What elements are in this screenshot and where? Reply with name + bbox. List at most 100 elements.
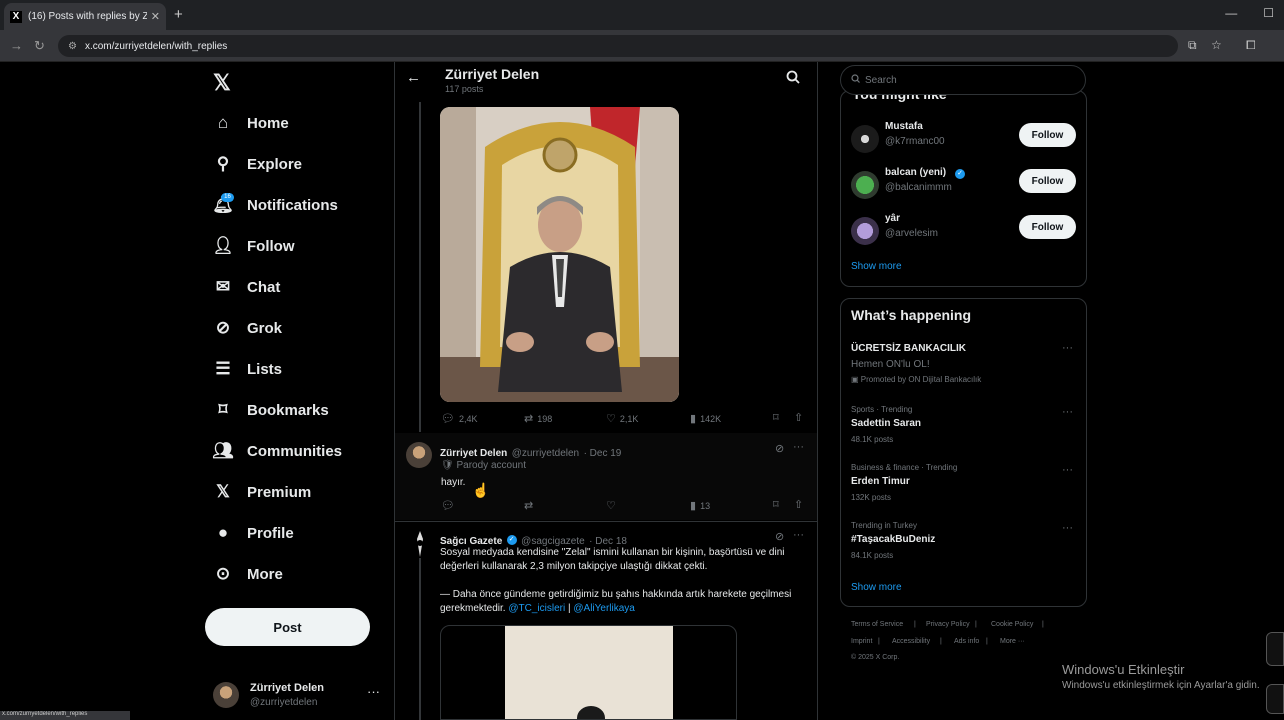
share-icon: ⇧	[794, 499, 804, 511]
footer-link[interactable]: Imprint	[851, 638, 872, 645]
new-tab-icon[interactable]: +	[174, 6, 183, 23]
nav-item-communities[interactable]: 👥︎ Communities	[212, 436, 343, 466]
follow-button[interactable]: Follow	[1019, 123, 1076, 147]
reload-icon[interactable]: ↻	[34, 38, 45, 54]
more-dots-icon[interactable]: ···	[793, 529, 804, 541]
heart-icon: ♡	[606, 500, 616, 512]
list-icon: ☰	[215, 359, 231, 378]
suggested-user-name[interactable]: Mustafa	[885, 121, 923, 132]
search-icon[interactable]	[786, 70, 800, 89]
avatar[interactable]	[851, 217, 879, 245]
mention-link[interactable]: @AliYerlikaya	[573, 603, 634, 614]
show-more-link[interactable]: Show more	[851, 261, 902, 272]
repost-button[interactable]: ⇄ 198	[524, 412, 552, 425]
show-more-link[interactable]: Show more	[851, 582, 902, 593]
nav-item-label: Notifications	[247, 196, 338, 214]
extensions-icon[interactable]: ⧠	[1246, 38, 1256, 53]
nav-item-chat[interactable]: ✉ Chat	[213, 272, 280, 302]
like-button[interactable]: ♡	[606, 499, 616, 512]
minimize-icon[interactable]: —	[1225, 6, 1237, 20]
bookmark-icon: ⌑	[773, 412, 779, 424]
follow-button[interactable]: Follow	[1019, 169, 1076, 193]
footer-link[interactable]: Accessibility	[892, 638, 930, 645]
search-input[interactable]: Search	[840, 65, 1086, 95]
maximize-icon[interactable]: ☐	[1263, 6, 1274, 20]
address-bar-row: → ↻ ⚙ x.com/zurriyetdelen/with_replies ⧉…	[0, 30, 1284, 62]
trend-context: Business & finance · Trending	[851, 463, 958, 472]
post-image[interactable]	[440, 625, 737, 720]
follow-button[interactable]: Follow	[1019, 215, 1076, 239]
x-logo-icon[interactable]: 𝕏	[213, 70, 231, 96]
avatar[interactable]	[851, 125, 879, 153]
mention-link[interactable]: @TC_icisleri	[508, 603, 565, 614]
post-date[interactable]: · Dec 19	[584, 448, 622, 459]
nav-item-explore[interactable]: ⚲ Explore	[213, 149, 302, 179]
grok-icon[interactable]: ⊘	[775, 530, 784, 543]
url-field[interactable]: ⚙ x.com/zurriyetdelen/with_replies	[58, 35, 1178, 57]
repost-button[interactable]: ⇄	[524, 499, 533, 512]
bookmark-post-button[interactable]: ⌑	[773, 498, 779, 511]
author-handle[interactable]: @zurriyetdelen	[512, 448, 579, 459]
footer-link[interactable]: Ads info	[954, 638, 979, 645]
nav-item-grok[interactable]: ⊘ Grok	[213, 313, 282, 343]
share-button[interactable]: ⇧	[794, 411, 803, 424]
back-arrow-icon[interactable]: ←	[406, 69, 421, 86]
footer-link[interactable]: Terms of Service	[851, 621, 903, 628]
cursor-icon: ☝	[472, 482, 490, 498]
browser-tab[interactable]: X (16) Posts with replies by Zürriy ✕	[4, 3, 166, 30]
suggested-user-name[interactable]: balcan (yeni)	[885, 167, 946, 178]
share-button[interactable]: ⇧	[794, 498, 803, 511]
card-title: What’s happening	[851, 307, 972, 323]
site-info-icon[interactable]: ⚙	[68, 41, 77, 52]
nav-item-more[interactable]: ⊙ More	[213, 559, 283, 589]
bookmark-star-icon[interactable]: ☆	[1211, 38, 1222, 52]
thread-line	[419, 558, 421, 720]
avatar[interactable]	[406, 442, 432, 468]
trend-name[interactable]: Sadettin Saran	[851, 418, 921, 429]
reply-button[interactable]: 💬︎ 2,4K	[441, 412, 477, 425]
promo-title[interactable]: ÜCRETSİZ BANKACILIK	[851, 343, 966, 354]
more-dots-icon[interactable]: ···	[1062, 342, 1073, 354]
more-dots-icon[interactable]: ···	[1062, 464, 1073, 476]
like-button[interactable]: ♡ 2,1K	[606, 412, 638, 425]
install-app-icon[interactable]: ⧉	[1188, 38, 1197, 53]
side-panel-button[interactable]	[1266, 684, 1284, 714]
trend-name[interactable]: Erden Timur	[851, 476, 910, 487]
views-button[interactable]: ▮ 13	[690, 499, 710, 512]
bookmark-icon: ⌑	[773, 499, 779, 511]
more-dots-icon[interactable]: ···	[1062, 406, 1073, 418]
nav-item-home[interactable]: ⌂ Home	[213, 108, 289, 138]
account-switcher[interactable]: Zürriyet Delen @zurriyetdelen ···	[213, 680, 383, 714]
footer-link[interactable]: Cookie Policy	[991, 621, 1033, 628]
nav-item-profile[interactable]: ● Profile	[213, 518, 294, 548]
activation-watermark-title: Windows'u Etkinleştir	[1062, 662, 1185, 677]
close-tab-icon[interactable]: ✕	[151, 10, 160, 23]
bookmark-post-button[interactable]: ⌑	[773, 411, 779, 424]
parody-mask-icon: 🛡︎	[441, 460, 457, 471]
more-dots-icon[interactable]: ···	[793, 441, 804, 453]
footer-link[interactable]: Privacy Policy	[926, 621, 970, 628]
trend-name[interactable]: #TaşacakBuDeniz	[851, 534, 935, 545]
suggested-user-name[interactable]: yâr	[885, 213, 900, 224]
side-panel-button[interactable]	[1266, 632, 1284, 666]
views-button[interactable]: ▮ 142K	[690, 412, 721, 425]
avatar[interactable]	[412, 531, 428, 557]
trend-post-count: 48.1K posts	[851, 435, 894, 444]
nav-item-bookmarks[interactable]: ⌑ Bookmarks	[213, 395, 329, 425]
footer-link[interactable]: More ···	[1000, 638, 1025, 645]
account-name: Zürriyet Delen	[250, 682, 324, 694]
nav-item-premium[interactable]: 𝕏 Premium	[213, 477, 311, 507]
trend-context: Sports · Trending	[851, 405, 913, 414]
post-image[interactable]	[440, 107, 679, 402]
nav-item-label: Communities	[247, 442, 343, 460]
reply-button[interactable]: 💬︎	[441, 499, 455, 512]
nav-item-follow[interactable]: 👤︎ Follow	[212, 231, 294, 261]
more-dots-icon[interactable]: ···	[1062, 522, 1073, 534]
avatar[interactable]	[851, 171, 879, 199]
author-name[interactable]: Zürriyet Delen	[440, 448, 507, 459]
post-button[interactable]: Post	[205, 608, 370, 646]
repost-icon: ⇄	[524, 500, 534, 512]
forward-icon[interactable]: →	[10, 38, 23, 53]
grok-icon[interactable]: ⊘	[775, 442, 784, 455]
nav-item-lists[interactable]: ☰ Lists	[213, 354, 282, 384]
